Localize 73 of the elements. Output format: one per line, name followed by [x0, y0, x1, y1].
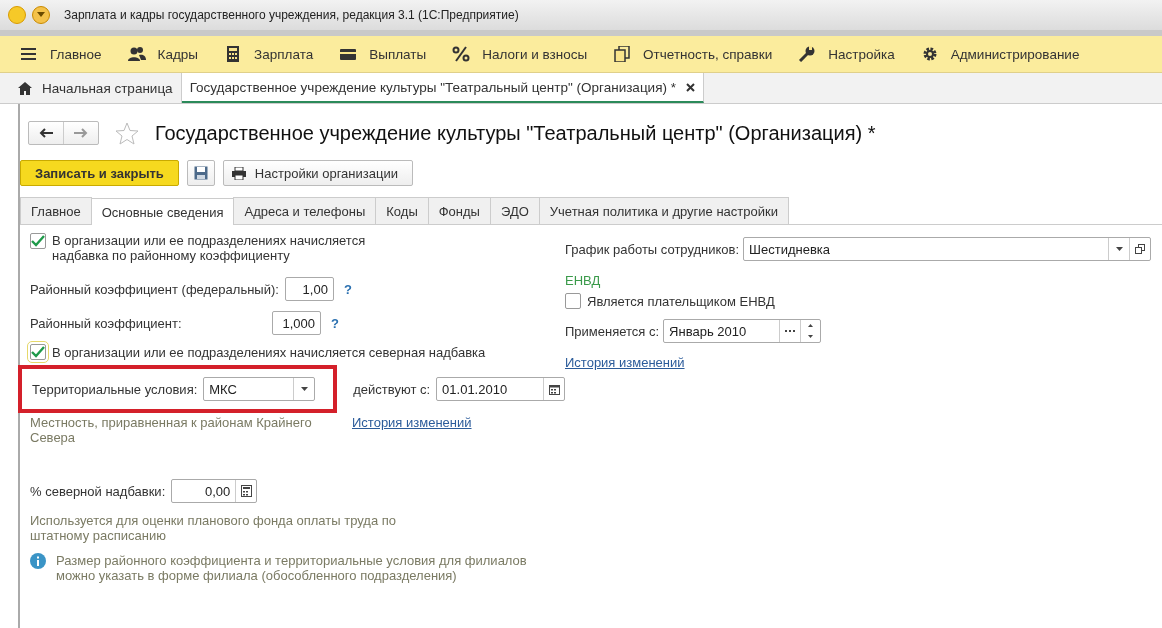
- calendar-icon: [548, 383, 560, 395]
- form-tab[interactable]: Адреса и телефоны: [233, 197, 377, 224]
- section-heading: ЕНВД: [565, 273, 602, 288]
- window-title: Зарплата и кадры государственного учреждения, редакция 3.1 (1С:Предприятие): [64, 8, 519, 22]
- history-link[interactable]: История изменений: [352, 415, 472, 445]
- section-menu-item[interactable]: Кадры: [127, 46, 199, 62]
- printer-icon: [231, 166, 246, 180]
- section-menu-item[interactable]: Главное: [20, 46, 102, 62]
- percent-icon: [452, 46, 470, 62]
- hint-text: Используется для оценки планового фонда оплаты труда по штатному расписанию: [30, 513, 398, 543]
- left-arrow-icon: [39, 128, 53, 138]
- form-tab[interactable]: Главное: [20, 197, 92, 224]
- hint-text: Местность, приравненная к районам Крайнего Севера: [30, 415, 313, 445]
- close-icon[interactable]: [685, 82, 695, 92]
- save-close-button[interactable]: Записать и закрыть: [20, 160, 179, 186]
- open-tab[interactable]: Начальная страница: [10, 73, 182, 103]
- save-button[interactable]: [186, 160, 215, 186]
- coefficient-field[interactable]: 1,000: [272, 311, 321, 335]
- caret-icon: [1115, 247, 1123, 251]
- checkbox[interactable]: [30, 344, 46, 360]
- form-tab[interactable]: Основные сведения: [90, 198, 235, 225]
- history-link[interactable]: История изменений: [565, 355, 685, 370]
- form-tab[interactable]: Учетная политика и другие настройки: [538, 197, 789, 224]
- schedule-dropdown[interactable]: Шестидневка: [743, 237, 1152, 261]
- open-window-icon: [1135, 244, 1146, 254]
- documents-icon: [614, 46, 630, 62]
- checkbox-label: В организации или ее подразделениях начисляется северная надбавка: [52, 344, 486, 360]
- section-menu-item[interactable]: Администрирование: [920, 46, 1080, 62]
- organization-settings-button[interactable]: Настройки организации: [222, 160, 413, 186]
- field-label: Территориальные условия:: [32, 381, 198, 397]
- form-title: Государственное учреждение культуры "Театральный центр" (Организация) *: [155, 121, 876, 145]
- calculator-icon: [227, 46, 240, 62]
- right-arrow-icon: [74, 128, 88, 138]
- field-label: Районный коэффициент:: [30, 315, 183, 331]
- field-label: Районный коэффициент (федеральный):: [30, 281, 279, 297]
- home-icon: [18, 81, 32, 95]
- coefficient-field[interactable]: 1,00: [284, 277, 334, 301]
- month-field[interactable]: Январь 2010: [663, 319, 822, 343]
- form-tab[interactable]: Коды: [375, 197, 429, 224]
- field-label: График работы сотрудников:: [565, 241, 740, 257]
- star-icon[interactable]: [115, 121, 139, 145]
- checkbox-label: В организации или ее подразделениях начисляется надбавка по районному коэффициенту: [52, 233, 367, 263]
- field-label: % северной надбавки:: [30, 483, 166, 499]
- info-text: Размер районного коэффициента и территориальные условия для филиалов можно указать в форме филиала (обособленного подразделения): [56, 553, 528, 583]
- info-icon: [30, 553, 46, 569]
- gear-icon: [923, 47, 937, 61]
- open-tab[interactable]: Государственное учреждение культуры "Театральный центр" (Организация) *: [181, 73, 704, 103]
- date-field[interactable]: 01.01.2010: [436, 377, 565, 401]
- territorial-conditions-dropdown[interactable]: МКС: [203, 377, 316, 401]
- field-label: Применяется с:: [565, 323, 660, 339]
- floppy-icon: [193, 166, 208, 180]
- checkbox[interactable]: [565, 293, 581, 309]
- calculator-icon: [240, 485, 252, 497]
- caret-icon: [300, 387, 308, 391]
- dropdown-icon[interactable]: [32, 6, 50, 24]
- section-menu-item[interactable]: Отчетность, справки: [613, 46, 773, 62]
- form-tab[interactable]: Фонды: [427, 197, 491, 224]
- people-icon: [127, 47, 146, 61]
- section-menu-item[interactable]: Налоги и взносы: [452, 46, 588, 62]
- help-link[interactable]: ?: [331, 315, 339, 331]
- checkbox[interactable]: [30, 233, 46, 249]
- section-menu-item[interactable]: Настройка: [798, 46, 895, 62]
- app-logo-icon[interactable]: [8, 6, 26, 24]
- percent-field[interactable]: 0,00: [171, 479, 258, 503]
- checkbox-label: Является плательщиком ЕНВД: [587, 293, 775, 309]
- card-icon: [340, 49, 357, 60]
- help-link[interactable]: ?: [343, 281, 352, 297]
- section-menu-item[interactable]: Выплаты: [339, 46, 427, 62]
- field-label: действуют с:: [353, 381, 431, 397]
- menu-icon: [21, 48, 36, 60]
- form-tab[interactable]: ЭДО: [489, 197, 540, 224]
- wrench-icon: [799, 46, 815, 62]
- section-menu-item[interactable]: Зарплата: [224, 46, 314, 62]
